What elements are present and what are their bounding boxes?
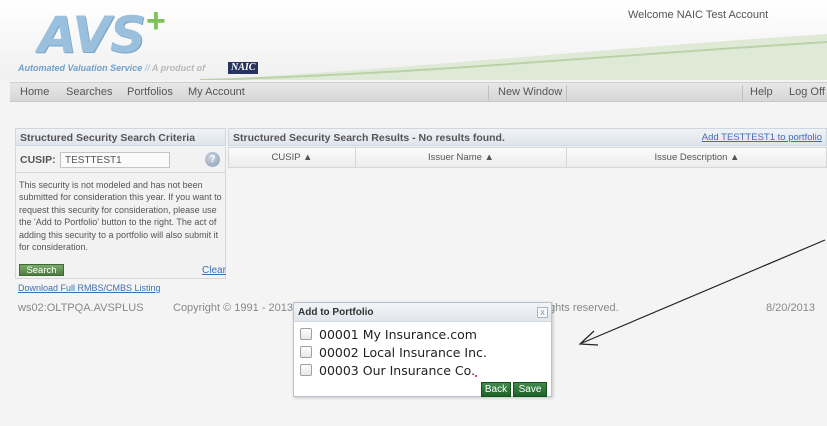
portfolio-label: 00002 Local Insurance Inc.: [319, 345, 487, 360]
clear-link[interactable]: Clear: [202, 265, 226, 276]
search-criteria-header: Structured Security Search Criteria: [15, 128, 226, 146]
search-results-header: Structured Security Search Results - No …: [228, 128, 827, 146]
tagline-main: Automated Valuation Service: [18, 63, 143, 73]
nav-help[interactable]: Help: [750, 86, 773, 98]
portfolio-label: 00001 My Insurance.com: [319, 327, 477, 342]
search-criteria-body: This security is not modeled and has not…: [15, 173, 226, 279]
tagline: Automated Valuation Service // A product…: [18, 63, 205, 73]
nav-log-off[interactable]: Log Off: [789, 86, 825, 98]
column-header-issuer-name[interactable]: Issuer Name ▲: [356, 152, 566, 163]
search-results-title: Structured Security Search Results - No …: [233, 132, 505, 144]
cursor-dot: [475, 375, 477, 377]
nav-searches[interactable]: Searches: [66, 86, 112, 98]
cusip-row: CUSIP: ?: [15, 147, 226, 173]
nav-my-account[interactable]: My Account: [188, 86, 245, 98]
back-button[interactable]: Back: [481, 382, 511, 397]
cusip-label: CUSIP:: [20, 154, 56, 166]
portfolio-checkbox[interactable]: [300, 346, 312, 358]
app-header: AVS + Automated Valuation Service // A p…: [0, 0, 827, 80]
nav-portfolios[interactable]: Portfolios: [127, 86, 173, 98]
search-criteria-panel: Structured Security Search Criteria CUSI…: [15, 128, 226, 279]
nav-divider: [566, 85, 567, 101]
portfolio-checkbox[interactable]: [300, 364, 312, 376]
tagline-separator: //: [144, 63, 150, 73]
column-header-issue-description[interactable]: Issue Description ▲: [567, 152, 827, 163]
search-button[interactable]: Search: [19, 264, 64, 276]
avs-logo: AVS: [38, 6, 146, 64]
save-button[interactable]: Save: [513, 382, 547, 397]
portfolio-checkbox[interactable]: [300, 328, 312, 340]
header-swoosh-graphic: [200, 34, 827, 80]
nav-home[interactable]: Home: [20, 86, 49, 98]
results-column-headers: CUSIP ▲ Issuer Name ▲ Issue Description …: [228, 147, 827, 168]
cusip-input[interactable]: [60, 152, 170, 168]
close-icon[interactable]: x: [537, 307, 548, 318]
server-name: ws02:OLTPQA.AVSPLUS: [18, 302, 144, 314]
naic-logo: NAIC: [228, 62, 259, 74]
dialog-title: Add to Portfolio: [298, 307, 374, 318]
tagline-product: A product of: [151, 63, 206, 73]
help-icon[interactable]: ?: [205, 152, 220, 167]
dialog-title-bar: Add to Portfolio x: [294, 303, 551, 322]
avs-logo-plus: +: [146, 2, 166, 40]
column-header-cusip[interactable]: CUSIP ▲: [229, 152, 355, 163]
portfolio-label: 00003 Our Insurance Co.: [319, 363, 476, 378]
add-to-portfolio-dialog: Add to Portfolio x 00001 My Insurance.co…: [293, 302, 552, 397]
copyright-text: Copyright © 1991 - 2013. I: [173, 302, 303, 314]
welcome-message: Welcome NAIC Test Account: [628, 9, 769, 21]
annotation-arrow: [578, 239, 826, 346]
add-to-portfolio-link[interactable]: Add TESTTEST1 to portfolio: [702, 132, 822, 143]
nav-new-window[interactable]: New Window: [498, 86, 562, 98]
nav-divider: [488, 85, 489, 101]
not-modeled-info-text: This security is not modeled and has not…: [19, 180, 222, 253]
download-listing-link[interactable]: Download Full RMBS/CMBS Listing: [18, 283, 161, 293]
main-nav-bar: Home Searches Portfolios My Account New …: [10, 82, 827, 102]
nav-divider: [742, 85, 743, 101]
